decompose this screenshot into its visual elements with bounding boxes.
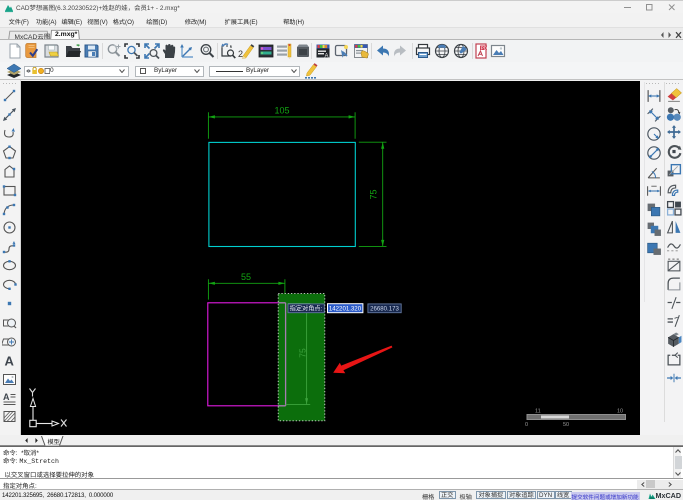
svg-text:10: 10 <box>617 409 623 415</box>
svg-text:142201.320: 142201.320 <box>329 306 362 313</box>
svg-text:0: 0 <box>525 422 528 428</box>
svg-text:A: A <box>325 54 329 60</box>
svg-text:11: 11 <box>535 409 541 415</box>
svg-text:105: 105 <box>274 105 289 115</box>
svg-text:A: A <box>3 392 10 402</box>
svg-text:75: 75 <box>368 189 378 199</box>
svg-text:55: 55 <box>241 272 251 282</box>
svg-text:50: 50 <box>563 422 569 428</box>
svg-text:A: A <box>5 353 15 368</box>
svg-text:26680.173: 26680.173 <box>370 306 399 313</box>
svg-text:75: 75 <box>297 348 307 358</box>
svg-text:指定对角点:: 指定对角点: <box>290 305 323 313</box>
svg-text:2: 2 <box>238 49 243 59</box>
